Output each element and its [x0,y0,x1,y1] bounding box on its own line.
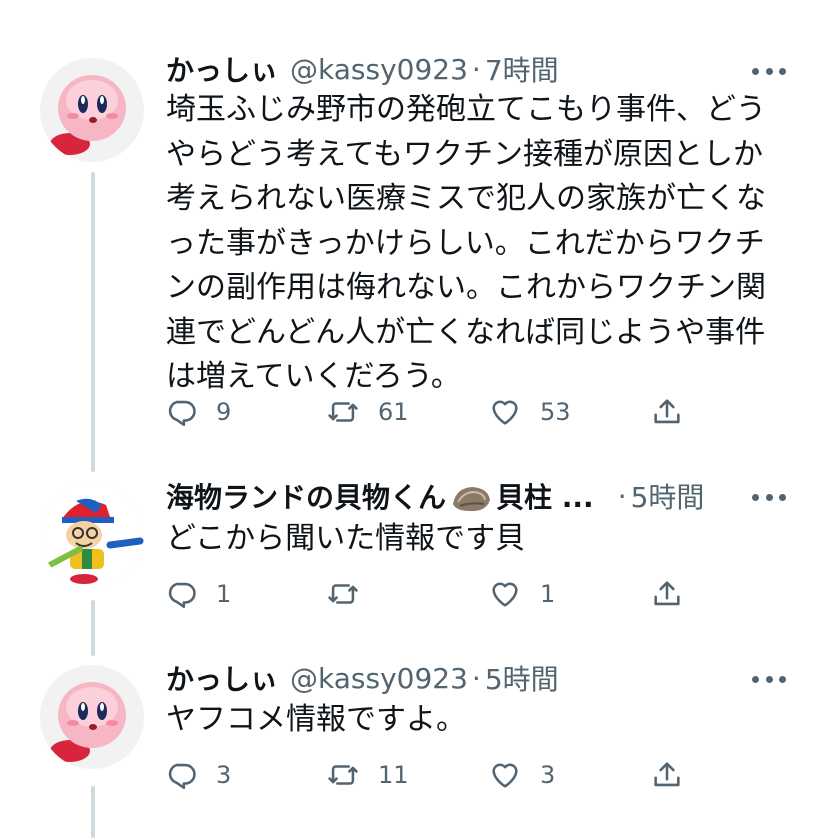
reply-button[interactable]: 9 [164,392,231,432]
retweet-button[interactable]: 11 [326,755,409,795]
separator: · [471,52,481,86]
text-line: どこから聞いた情報です貝 [166,521,526,556]
timestamp[interactable]: 5時間 [631,476,705,516]
separator: · [617,479,627,513]
thread-line [91,172,95,472]
kirby-avatar-icon [40,665,144,769]
avatar[interactable] [40,483,144,587]
avatar[interactable] [40,58,144,162]
text-line: 埼玉ふじみ野市の発砲立てこもり事件、どう [166,92,766,127]
share-button[interactable] [650,755,684,795]
display-name[interactable]: かっしぃ [166,658,278,698]
like-button[interactable]: 53 [488,392,571,432]
tweet-actions: 3 11 3 [164,755,724,795]
user-handle[interactable]: @kassy0923 [290,662,468,695]
like-button[interactable]: 1 [488,574,555,614]
reply-icon [168,763,196,790]
share-icon [654,581,680,606]
tweet-text: 埼玉ふじみ野市の発砲立てこもり事件、どう やらどう考えてもワクチン接種が原因とし… [166,88,806,400]
text-line: ヤフコメ情報ですよ。 [166,702,466,737]
retweet-count: 11 [378,761,409,789]
more-icon[interactable] [752,662,786,696]
reply-icon [168,400,196,427]
thread-line [91,600,95,656]
display-name[interactable]: 海物ランドの貝物くん 貝柱 ... [166,476,594,516]
avatar[interactable] [40,665,144,769]
text-line: 連でどんどん人が亡くなれば同じようや事件 [166,314,766,350]
text-line: やらどう考えてもワクチン接種が原因としか [166,136,763,172]
tweet-header: 海物ランドの貝物くん 貝柱 ... · 5時間 [166,474,704,518]
like-button[interactable]: 3 [488,755,555,795]
retweet-button[interactable] [326,574,378,614]
retweet-icon [328,765,358,785]
reply-icon [168,582,196,609]
tweet-header: かっしぃ @kassy0923 · 7時間 [166,47,559,91]
heart-icon [492,763,518,788]
like-count: 1 [540,580,556,608]
more-icon[interactable] [752,480,786,514]
retweet-button[interactable]: 61 [326,392,409,432]
retweet-icon [328,584,358,604]
reply-count: 1 [216,580,232,608]
tweet-actions: 9 61 53 [164,392,724,432]
display-name[interactable]: かっしぃ [166,49,278,89]
reply-button[interactable]: 1 [164,574,231,614]
display-name-part: 貝柱 ... [496,481,594,514]
tweet-actions: 1 1 [164,574,724,614]
timestamp[interactable]: 5時間 [485,658,559,698]
text-line: った事がきっかけらしい。これだからワクチ [166,225,765,261]
more-icon[interactable] [752,54,786,88]
tweet-text: ヤフコメ情報ですよ。 [166,698,806,743]
retweet-count: 61 [378,398,409,426]
display-name-part: 海物ランドの貝物くん [166,481,447,514]
shellfish-character-avatar-icon [40,483,144,587]
heart-icon [492,400,518,425]
share-button[interactable] [650,574,684,614]
reply-button[interactable]: 3 [164,755,231,795]
tweet-header: かっしぃ @kassy0923 · 5時間 [166,656,559,700]
share-icon [654,399,680,424]
reply-count: 9 [216,398,232,426]
like-count: 3 [540,761,556,789]
like-count: 53 [540,398,571,426]
thread-line [91,786,95,838]
separator: · [471,661,481,695]
tweet-text: どこから聞いた情報です貝 [166,517,806,562]
retweet-icon [328,402,358,422]
reply-count: 3 [216,761,232,789]
kirby-avatar-icon [40,58,144,162]
share-button[interactable] [650,392,684,432]
share-icon [654,762,680,787]
oyster-icon [453,487,491,512]
heart-icon [492,582,518,607]
text-line: 考えられない医療ミスで犯人の家族が亡くな [166,181,766,216]
text-line: ンの副作用は侮れない。これからワクチン関 [166,270,766,305]
user-handle[interactable]: @kassy0923 [290,53,468,86]
timestamp[interactable]: 7時間 [485,49,559,89]
